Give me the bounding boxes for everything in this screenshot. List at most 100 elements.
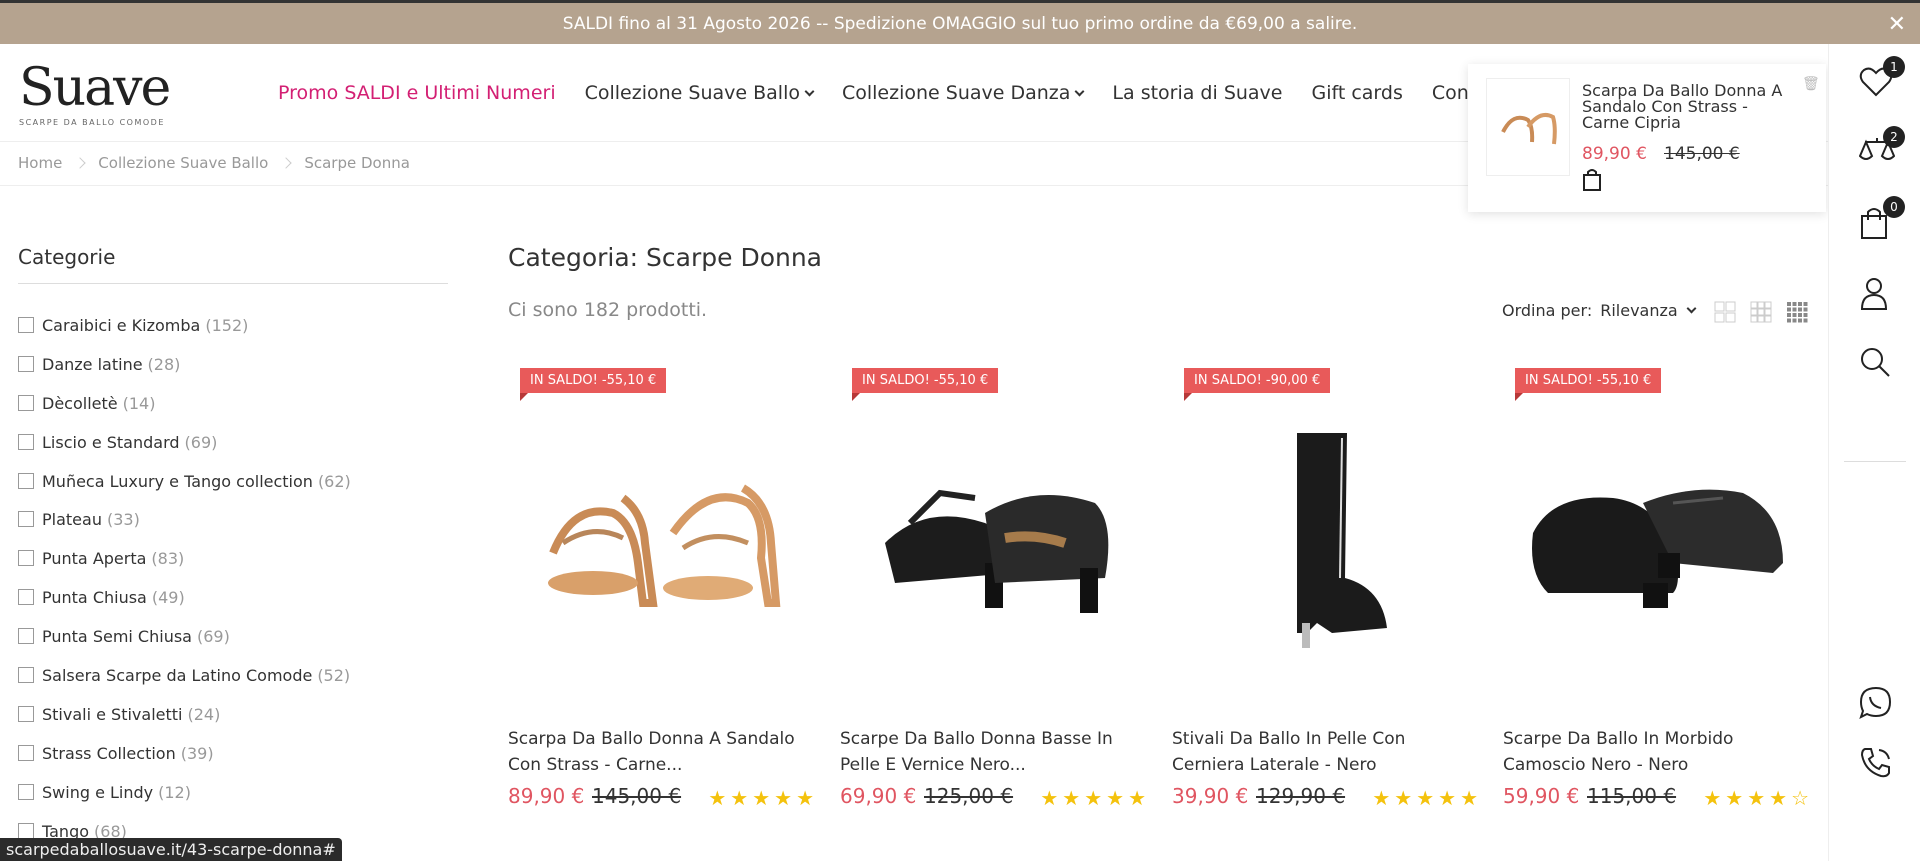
filter-item[interactable]: Liscio e Standard (69) (18, 433, 351, 472)
mini-product-thumbnail[interactable] (1486, 78, 1570, 176)
page-title: Categoria: Scarpe Donna (508, 243, 823, 272)
checkbox[interactable] (18, 628, 34, 645)
checkbox[interactable] (18, 355, 34, 372)
filter-count: (49) (151, 588, 185, 608)
status-url-tooltip: scarpedaballosuave.it/43-scarpe-donna# (0, 838, 342, 861)
filter-item[interactable]: Plateau (33) (18, 510, 351, 549)
breadcrumb-home[interactable]: Home (18, 154, 62, 172)
filter-label: Punta Chiusa (42, 588, 147, 608)
checkbox[interactable] (18, 705, 34, 722)
rating-stars: ★★★★★ (1372, 786, 1482, 810)
product-name[interactable]: Stivali Da Ballo In Pelle Con Cerniera L… (1172, 726, 1472, 778)
checkbox[interactable] (18, 472, 34, 489)
breadcrumb-collezione[interactable]: Collezione Suave Ballo (98, 154, 268, 172)
wishlist-button[interactable]: 1 (1859, 56, 1905, 100)
product-image[interactable] (508, 388, 818, 698)
checkbox[interactable] (18, 589, 34, 606)
nav-label: Gift cards (1311, 82, 1403, 104)
checkbox[interactable] (18, 550, 34, 567)
product-old-price: 125,00 € (924, 784, 1014, 808)
product-name[interactable]: Scarpe Da Ballo In Morbido Camoscio Nero… (1503, 726, 1803, 778)
filter-item[interactable]: Strass Collection (39) (18, 744, 351, 783)
wishlist-count: 1 (1883, 56, 1905, 78)
mini-cart-popup: Scarpa Da Ballo Donna A Sandalo Con Stra… (1468, 64, 1826, 212)
filter-item[interactable]: Salsera Scarpe da Latino Comode (52) (18, 666, 351, 705)
nav-item-promo[interactable]: Promo SALDI e Ultimi Numeri (278, 82, 556, 104)
product-count: Ci sono 182 prodotti. (508, 299, 708, 321)
divider (18, 283, 448, 284)
nav-item-gift-cards[interactable]: Gift cards (1312, 82, 1403, 104)
filter-item[interactable]: Punta Semi Chiusa (69) (18, 627, 351, 666)
phone-button[interactable] (1859, 746, 1893, 780)
filter-label: Danze latine (42, 354, 143, 374)
filter-item[interactable]: Swing e Lindy (12) (18, 783, 351, 822)
product-card[interactable]: IN SALDO! -90,00 € Stivali Da Ballo In P… (1172, 368, 1482, 828)
product-price: 69,90 € (840, 784, 917, 808)
rating-stars: ★★★★★ (708, 786, 818, 810)
filter-item[interactable]: Dècolletè (14) (18, 394, 351, 433)
filter-item[interactable]: Punta Chiusa (49) (18, 588, 351, 627)
filter-label: Stivali e Stivaletti (42, 704, 183, 724)
mini-product-title[interactable]: Scarpa Da Ballo Donna A Sandalo Con Stra… (1582, 83, 1798, 131)
sort-value: Rilevanza (1600, 301, 1678, 320)
filter-count: (24) (187, 704, 221, 724)
grid-2-view-icon[interactable] (1714, 301, 1736, 323)
filter-label: Salsera Scarpe da Latino Comode (42, 666, 313, 686)
right-sidebar: 1 2 0 (1828, 44, 1920, 861)
nav-item-collezione-danza[interactable]: Collezione Suave Danza (841, 82, 1085, 104)
chevron-down-icon (1686, 303, 1697, 314)
sale-badge: IN SALDO! -90,00 € (1184, 368, 1331, 401)
checkbox[interactable] (18, 822, 34, 839)
filter-count: (14) (122, 393, 156, 413)
whatsapp-button[interactable] (1859, 686, 1893, 720)
filter-label: Strass Collection (42, 743, 176, 763)
filter-item[interactable]: Punta Aperta (83) (18, 549, 351, 588)
compare-count: 2 (1883, 126, 1905, 148)
account-button[interactable] (1859, 276, 1893, 310)
filter-item[interactable]: Danze latine (28) (18, 355, 351, 394)
filter-item[interactable]: Caraibici e Kizomba (152) (18, 316, 351, 355)
product-image[interactable] (840, 388, 1150, 698)
filter-count: (152) (205, 316, 249, 335)
logo[interactable]: Suave SCARPE DA BALLO COMODE (19, 62, 171, 132)
checkbox[interactable] (18, 744, 34, 761)
nav-item-storia[interactable]: La storia di Suave (1112, 82, 1282, 104)
sort-dropdown[interactable]: Rilevanza (1600, 301, 1697, 320)
filter-count: (28) (147, 354, 181, 374)
grid-3-view-icon[interactable] (1750, 301, 1772, 323)
filter-item[interactable]: Stivali e Stivaletti (24) (18, 705, 351, 744)
filter-title: Categorie (18, 245, 116, 269)
checkbox[interactable] (18, 433, 34, 450)
product-name[interactable]: Scarpa Da Ballo Donna A Sandalo Con Stra… (508, 726, 808, 778)
checkbox[interactable] (18, 511, 34, 528)
sandal-thumbnail-image (1501, 113, 1557, 145)
search-button[interactable] (1859, 346, 1893, 380)
compare-button[interactable]: 2 (1858, 126, 1905, 170)
nav-item-collezione-ballo[interactable]: Collezione Suave Ballo (584, 82, 815, 104)
product-image[interactable] (1172, 388, 1482, 698)
close-icon[interactable]: ✕ (1888, 12, 1906, 37)
checkbox[interactable] (18, 783, 34, 800)
product-price: 39,90 € (1172, 784, 1249, 808)
nav-label: Collezione Suave Ballo (584, 82, 800, 104)
filter-count: (62) (317, 471, 351, 491)
sale-badge: IN SALDO! -55,10 € (1515, 368, 1662, 401)
product-name[interactable]: Scarpe Da Ballo Donna Basse In Pelle E V… (840, 726, 1140, 778)
mini-product-old-price: 145,00 € (1664, 144, 1740, 164)
filter-count: (33) (106, 510, 140, 530)
checkbox[interactable] (18, 394, 34, 411)
checkbox[interactable] (18, 667, 34, 684)
boot-image (1297, 433, 1387, 648)
grid-4-view-icon[interactable] (1786, 301, 1808, 323)
product-card[interactable]: IN SALDO! -55,10 € Scarpa Da Ballo Donna… (508, 368, 818, 828)
filter-item[interactable]: Muñeca Luxury e Tango collection (62) (18, 472, 351, 511)
cart-button[interactable]: 0 (1859, 196, 1905, 240)
sort-control: Ordina per: Rilevanza (1502, 301, 1697, 320)
add-to-cart-icon[interactable] (1582, 168, 1602, 192)
product-card[interactable]: IN SALDO! -55,10 € Scarpe Da Ballo In Mo… (1503, 368, 1813, 828)
nav-label: Collezione Suave Danza (841, 82, 1071, 104)
product-image[interactable] (1503, 388, 1813, 698)
trash-icon[interactable]: 🗑 (1802, 76, 1820, 92)
checkbox[interactable] (18, 317, 34, 333)
product-card[interactable]: IN SALDO! -55,10 € Scarpe Da Ballo Donna… (840, 368, 1150, 828)
